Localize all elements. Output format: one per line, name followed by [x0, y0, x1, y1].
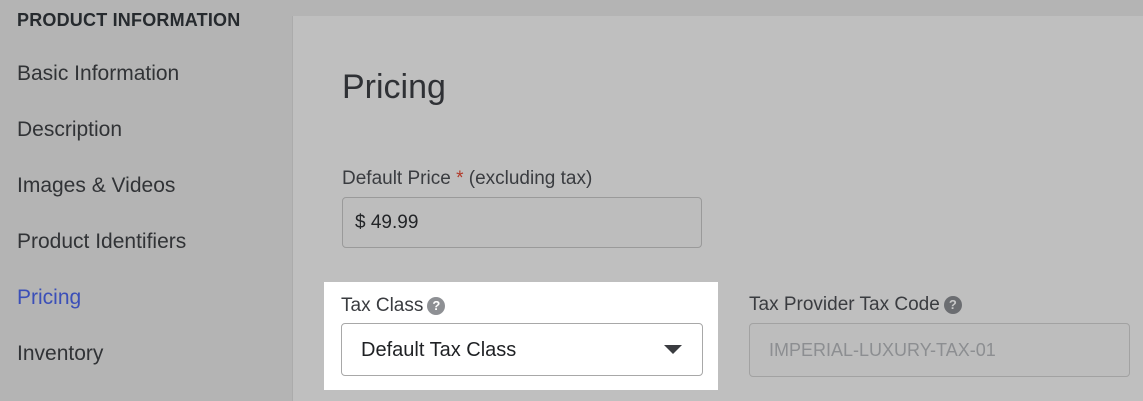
- tax-provider-code-label-text: Tax Provider Tax Code: [749, 294, 940, 315]
- sidebar-item-description[interactable]: Description: [17, 118, 122, 142]
- tax-provider-code-label: Tax Provider Tax Code?: [749, 294, 962, 316]
- sidebar-item-pricing[interactable]: Pricing: [17, 286, 81, 310]
- tax-provider-code-input[interactable]: IMPERIAL-LUXURY-TAX-01: [749, 323, 1130, 377]
- tax-class-selected-value: Default Tax Class: [361, 339, 517, 361]
- sidebar-nav: PRODUCT INFORMATION Basic Information De…: [0, 0, 292, 401]
- default-price-label-text: Default Price: [342, 168, 451, 189]
- chevron-down-icon: [664, 345, 682, 354]
- sidebar-item-inventory[interactable]: Inventory: [17, 342, 103, 366]
- tax-class-select[interactable]: Default Tax Class: [341, 323, 703, 376]
- default-price-label-suffix: (excluding tax): [468, 168, 593, 189]
- tax-class-label: Tax Class?: [341, 295, 446, 317]
- default-price-value: $ 49.99: [355, 212, 419, 233]
- default-price-input[interactable]: $ 49.99: [342, 197, 702, 248]
- tax-provider-code-value: IMPERIAL-LUXURY-TAX-01: [769, 340, 996, 360]
- sidebar-item-product-identifiers[interactable]: Product Identifiers: [17, 230, 186, 254]
- help-icon[interactable]: ?: [427, 297, 446, 315]
- required-mark: *: [456, 168, 464, 189]
- tax-class-label-text: Tax Class: [341, 295, 424, 316]
- sidebar-heading: PRODUCT INFORMATION: [17, 10, 241, 30]
- sidebar-item-images-videos[interactable]: Images & Videos: [17, 174, 175, 198]
- page-title: Pricing: [342, 68, 446, 106]
- tax-class-highlight: Tax Class? Default Tax Class: [324, 282, 718, 390]
- sidebar-item-basic-information[interactable]: Basic Information: [17, 62, 179, 86]
- default-price-label: Default Price * (excluding tax): [342, 168, 592, 190]
- product-editor: PRODUCT INFORMATION Basic Information De…: [0, 0, 1143, 401]
- help-icon[interactable]: ?: [943, 296, 962, 314]
